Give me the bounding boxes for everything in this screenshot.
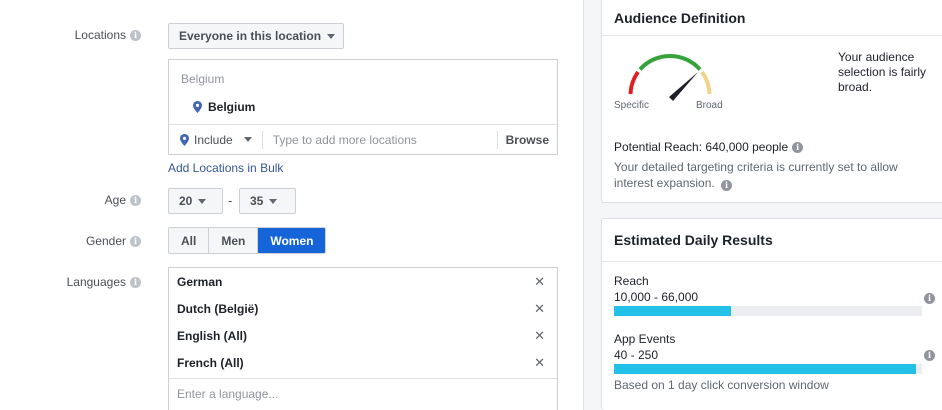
gender-all-button[interactable]: All <box>169 228 210 253</box>
caret-down-icon <box>327 33 336 39</box>
caret-down-icon <box>269 198 278 204</box>
potential-reach: Potential Reach: 640,000 people i <box>614 140 804 154</box>
info-icon[interactable]: i <box>924 350 935 361</box>
language-search-input[interactable] <box>169 387 557 401</box>
metric-range: 10,000 - 66,000 <box>614 290 699 304</box>
targeting-detail: Your detailed targeting criteria is curr… <box>614 160 898 191</box>
audience-description: Your audience selection is fairly broad. <box>838 50 927 94</box>
app-events-bar-fill <box>614 364 916 374</box>
caret-down-icon <box>198 198 207 204</box>
gauge-broad-label: Broad <box>696 100 723 111</box>
info-icon[interactable]: i <box>792 141 804 153</box>
location-input-row: Include Browse <box>169 124 557 154</box>
gender-toggle-group: All Men Women <box>168 227 327 254</box>
app-events-bar <box>614 364 922 374</box>
languages-label: Languages i <box>67 275 141 289</box>
conversion-window-note: Based on 1 day click conversion window <box>614 378 829 392</box>
language-item: English (All) ✕ <box>177 327 545 344</box>
location-selector: Belgium Belgium Include Browse <box>168 59 558 155</box>
language-item: French (All) ✕ <box>177 354 545 371</box>
include-dropdown[interactable]: Include <box>169 130 263 149</box>
metric-name: App Events <box>614 332 676 346</box>
audience-definition-title: Audience Definition <box>602 0 942 36</box>
locations-label: Locations i <box>75 28 141 42</box>
remove-icon[interactable]: ✕ <box>534 328 545 344</box>
gender-label: Gender i <box>86 234 141 248</box>
metric-range: 40 - 250 <box>614 348 659 362</box>
location-group-header: Belgium <box>181 72 225 86</box>
daily-results-card: Estimated Daily Results Reach 10,000 - 6… <box>601 218 942 410</box>
remove-icon[interactable]: ✕ <box>534 355 545 371</box>
info-icon[interactable]: i <box>130 194 141 206</box>
browse-button[interactable]: Browse <box>496 130 557 149</box>
language-item: Dutch (België) ✕ <box>177 300 545 317</box>
metric-name: Reach <box>614 274 649 288</box>
gender-men-button[interactable]: Men <box>209 228 259 253</box>
location-search-input[interactable] <box>262 125 497 154</box>
gender-women-button[interactable]: Women <box>258 228 326 253</box>
map-pin-icon <box>180 133 189 146</box>
language-input-row <box>169 378 557 409</box>
age-separator: - <box>228 193 233 208</box>
info-icon[interactable]: i <box>130 235 141 247</box>
language-selector: German ✕ Dutch (België) ✕ English (All) … <box>168 267 558 410</box>
map-pin-icon <box>193 101 202 113</box>
location-item: Belgium <box>193 100 255 114</box>
gauge-specific-label: Specific <box>614 100 650 111</box>
age-label: Age i <box>105 193 141 207</box>
info-icon[interactable]: i <box>924 293 935 304</box>
daily-results-title: Estimated Daily Results <box>602 219 942 262</box>
targeting-panel: Locations i Everyone in this location Be… <box>0 0 584 410</box>
add-locations-bulk-link[interactable]: Add Locations in Bulk <box>168 161 283 175</box>
reach-bar <box>614 306 922 316</box>
info-icon[interactable]: i <box>130 276 141 288</box>
age-min-dropdown[interactable]: 20 <box>168 188 223 214</box>
info-icon[interactable]: i <box>721 180 733 191</box>
location-audience-dropdown[interactable]: Everyone in this location <box>168 23 345 49</box>
caret-down-icon <box>243 137 252 142</box>
language-item: German ✕ <box>177 273 545 290</box>
remove-icon[interactable]: ✕ <box>534 301 545 317</box>
remove-icon[interactable]: ✕ <box>534 274 545 290</box>
audience-definition-card: Audience Definition Specific Broad Your … <box>601 0 942 203</box>
age-max-dropdown[interactable]: 35 <box>239 188 296 214</box>
reach-bar-fill <box>614 306 732 316</box>
info-icon[interactable]: i <box>130 29 141 41</box>
